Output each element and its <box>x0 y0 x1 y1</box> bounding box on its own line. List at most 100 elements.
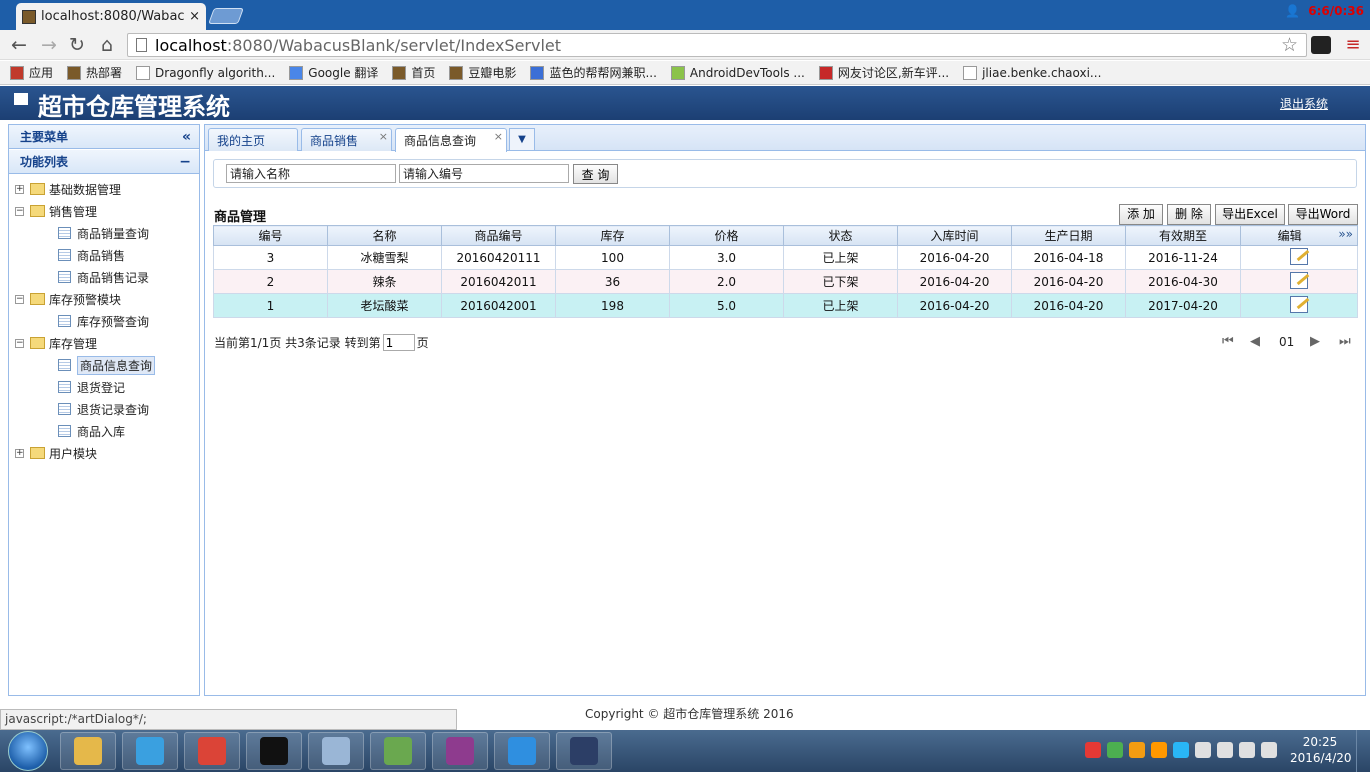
bookmark-item[interactable]: 网友讨论区,新车评... <box>818 64 949 81</box>
tray-ring-icon[interactable] <box>1173 742 1189 758</box>
search-button[interactable]: 查 询 <box>573 164 618 184</box>
home-icon[interactable]: ⌂ <box>96 33 118 57</box>
tree-folder[interactable]: − 库存预警模块 <box>15 288 121 310</box>
add-button[interactable]: 添 加 <box>1119 204 1163 225</box>
bookmark-item[interactable]: AndroidDevTools ... <box>670 65 805 80</box>
tree-leaf[interactable]: 商品销售记录 <box>58 266 149 288</box>
goto-page-input[interactable] <box>382 334 415 351</box>
weibo-icon[interactable] <box>1085 742 1101 758</box>
browser-tab[interactable]: localhost:8080/Wabacus × <box>16 3 206 30</box>
column-header[interactable]: 价格 <box>669 225 784 246</box>
tree-leaf[interactable]: 商品入库 <box>58 420 125 442</box>
logout-link[interactable]: 退出系统 <box>1280 95 1328 112</box>
column-header[interactable]: 库存 <box>555 225 670 246</box>
taskbar-app[interactable] <box>432 732 488 770</box>
tree-leaf[interactable]: 库存预警查询 <box>58 310 149 332</box>
close-tab-icon[interactable]: × <box>379 130 388 143</box>
taskbar-app[interactable] <box>308 732 364 770</box>
tree-expander-icon[interactable]: + <box>15 184 24 194</box>
tree-leaf[interactable]: 退货记录查询 <box>58 398 149 420</box>
tree-expander-icon[interactable]: + <box>15 448 24 458</box>
tree-leaf[interactable]: 商品销售 <box>58 244 125 266</box>
new-tab-button[interactable] <box>208 8 244 24</box>
bookmark-star-icon[interactable]: ☆ <box>1281 34 1298 56</box>
bookmark-item[interactable]: Google 翻译 <box>289 64 378 81</box>
bookmark-item[interactable]: Dragonfly algorith... <box>136 65 275 80</box>
edit-icon[interactable] <box>1290 271 1308 289</box>
tray-device-icon[interactable] <box>1217 742 1233 758</box>
bookmark-item[interactable]: 蓝色的帮帮网兼职... <box>530 64 657 81</box>
taskbar-app[interactable] <box>370 732 426 770</box>
prev-page-icon[interactable]: ◀ <box>1250 334 1260 349</box>
bookmark-item[interactable]: 豆瓣电影 <box>449 64 516 81</box>
export-excel-button[interactable]: 导出Excel <box>1215 204 1285 225</box>
cmd-icon <box>260 737 288 765</box>
tray-flag-icon[interactable] <box>1195 742 1211 758</box>
forward-icon[interactable]: → <box>38 33 60 57</box>
taskbar-app[interactable] <box>246 732 302 770</box>
name-search-input[interactable] <box>226 164 396 183</box>
content-tab[interactable]: 我的主页 <box>208 128 298 151</box>
column-header[interactable]: 状态 <box>783 225 898 246</box>
bookmark-item[interactable]: 热部署 <box>67 64 122 81</box>
close-tab-icon[interactable]: × <box>494 130 503 143</box>
column-header[interactable]: 生产日期 <box>1011 225 1126 246</box>
taskbar-app[interactable] <box>494 732 550 770</box>
tray-app-icon[interactable] <box>1107 742 1123 758</box>
tree-folder[interactable]: − 销售管理 <box>15 200 97 222</box>
extension-icon[interactable] <box>1311 36 1331 54</box>
edit-icon[interactable] <box>1290 295 1308 313</box>
taskbar-app[interactable] <box>60 732 116 770</box>
column-header[interactable]: 有效期至 <box>1125 225 1241 246</box>
tree-leaf[interactable]: 退货登记 <box>58 376 125 398</box>
tree-leaf[interactable]: 商品信息查询 <box>58 354 156 376</box>
table-row[interactable]: 1 老坛酸菜 2016042001 198 5.0 已上架 2016-04-20 2016-0… <box>213 293 1358 318</box>
taskbar-app[interactable] <box>556 732 612 770</box>
bookmark-item[interactable]: jliae.benke.chaoxi... <box>963 65 1101 80</box>
bookmark-item[interactable]: 应用 <box>10 64 53 81</box>
taskbar-app[interactable] <box>184 732 240 770</box>
column-header[interactable]: 商品编号 <box>441 225 556 246</box>
tree-expander-icon[interactable]: − <box>15 338 24 348</box>
tree-folder[interactable]: + 用户模块 <box>15 442 97 464</box>
delete-button[interactable]: 删 除 <box>1167 204 1211 225</box>
taskbar-app[interactable] <box>122 732 178 770</box>
show-desktop-button[interactable] <box>1356 730 1370 772</box>
tree-folder[interactable]: + 基础数据管理 <box>15 178 121 200</box>
start-button[interactable] <box>8 731 48 771</box>
collapse-list-icon[interactable]: − <box>179 154 191 170</box>
last-page-icon[interactable]: ⏭ <box>1339 334 1351 349</box>
tree-folder[interactable]: − 库存管理 <box>15 332 97 354</box>
column-header[interactable]: 编号 <box>213 225 328 246</box>
column-header[interactable]: 入库时间 <box>897 225 1012 246</box>
back-icon[interactable]: ← <box>8 33 30 57</box>
collapse-sidebar-icon[interactable]: « <box>182 129 191 145</box>
chrome-menu-icon[interactable]: ≡ <box>1343 36 1363 54</box>
network-icon[interactable] <box>1239 742 1255 758</box>
close-tab-icon[interactable]: × <box>189 9 200 24</box>
tray-search-icon[interactable] <box>1151 742 1167 758</box>
tree-expander-icon[interactable]: − <box>15 294 24 304</box>
export-word-button[interactable]: 导出Word <box>1288 204 1358 225</box>
bookmark-item[interactable]: 首页 <box>392 64 435 81</box>
column-header[interactable]: 名称 <box>327 225 442 246</box>
tab-menu-icon[interactable]: ▼ <box>509 128 535 151</box>
table-row[interactable]: 3 冰糖雪梨 2016042011​1 100 3.0 已上架 2016-04-20 2016… <box>213 245 1358 270</box>
address-bar[interactable]: localhost:8080/WabacusBlank/servlet/Inde… <box>127 33 1307 57</box>
volume-icon[interactable] <box>1261 742 1277 758</box>
taskbar-clock[interactable]: 20:25 2016/4/20 <box>1290 734 1352 766</box>
tray-tool-icon[interactable] <box>1129 742 1145 758</box>
reload-icon[interactable]: ↻ <box>66 33 88 57</box>
expand-columns-icon[interactable]: »» <box>1338 227 1353 241</box>
code-search-input[interactable] <box>399 164 569 183</box>
column-header[interactable]: 编辑 »» <box>1240 225 1358 246</box>
first-page-icon[interactable]: ⏮ <box>1222 334 1234 349</box>
tree-leaf[interactable]: 商品销量查询 <box>58 222 149 244</box>
next-page-icon[interactable]: ▶ <box>1310 334 1320 349</box>
content-tab[interactable]: 商品信息查询 × <box>395 128 507 152</box>
content-tab[interactable]: 商品销售 × <box>301 128 392 151</box>
edit-icon[interactable] <box>1290 247 1308 265</box>
tree-expander-icon[interactable]: − <box>15 206 24 216</box>
table-row[interactable]: 2 辣条 2016042011 36 2.0 已下架 2016-04-20 2016-04-2… <box>213 269 1358 294</box>
user-icon[interactable]: 👤 <box>1285 4 1300 18</box>
